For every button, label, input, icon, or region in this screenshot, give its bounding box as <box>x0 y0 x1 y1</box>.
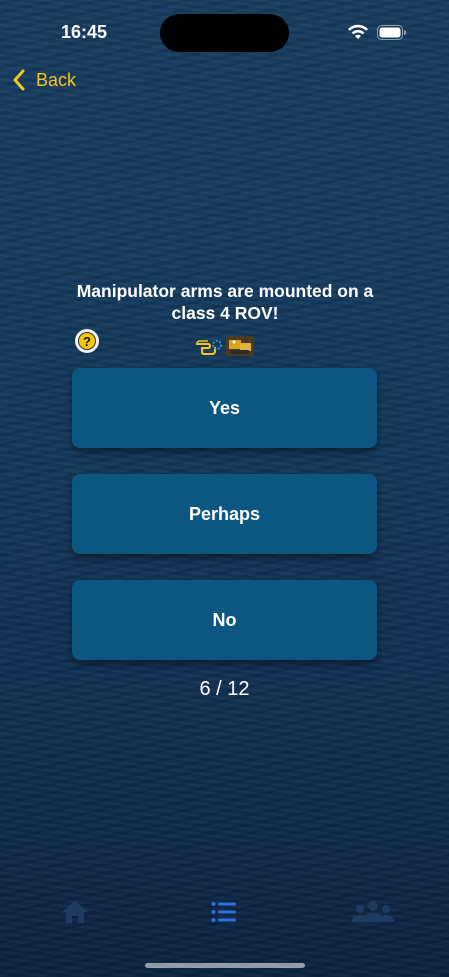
pointing-hand-icon <box>196 340 222 355</box>
status-time: 16:45 <box>61 22 108 42</box>
answer-yes-button[interactable]: Yes <box>72 368 377 448</box>
tab-list[interactable] <box>202 896 246 928</box>
help-icon[interactable]: ? <box>75 329 99 353</box>
list-icon <box>211 902 236 922</box>
question-text: Manipulator arms are mounted on a class … <box>76 281 374 323</box>
chevron-left-icon <box>13 69 25 91</box>
answer-no-button[interactable]: No <box>72 580 377 660</box>
tab-home[interactable] <box>53 896 97 928</box>
answer-perhaps-button[interactable]: Perhaps <box>72 474 377 554</box>
back-button[interactable]: Back <box>12 68 76 92</box>
hint-images <box>194 336 254 358</box>
battery-icon <box>377 25 406 40</box>
tab-community[interactable] <box>351 896 395 928</box>
progress-counter: 6 / 12 <box>199 678 250 700</box>
home-icon <box>62 901 88 923</box>
home-indicator[interactable] <box>145 963 305 968</box>
people-icon <box>352 901 394 922</box>
dynamic-island <box>160 14 289 52</box>
back-label: Back <box>36 69 77 90</box>
wifi-icon <box>348 24 368 39</box>
rov-image-icon <box>226 336 254 356</box>
